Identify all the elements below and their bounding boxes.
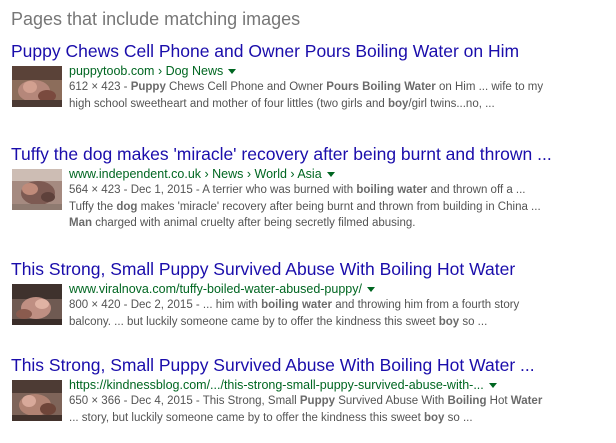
- result-url-text[interactable]: https://kindnessblog.com/.../this-strong…: [69, 378, 484, 392]
- search-result: This Strong, Small Puppy Survived Abuse …: [11, 355, 611, 435]
- snippet-text: /girl twins...no, ...: [408, 97, 495, 110]
- result-snippet: 650 × 366 - Dec 4, 2015 - This Strong, S…: [69, 393, 614, 426]
- result-snippet: 564 × 423 - Dec 1, 2015 - A terrier who …: [69, 182, 614, 232]
- snippet-text: and thrown off a ...: [427, 184, 526, 196]
- snippet-line: ... story, but luckily someone came by t…: [69, 410, 614, 427]
- result-url: https://kindnessblog.com/.../this-strong…: [69, 377, 614, 393]
- snippet-highlight: boy: [387, 97, 409, 110]
- snippet-text: and throwing him from a fourth story: [332, 299, 520, 311]
- puppy-thumbnail-image: [12, 66, 62, 107]
- snippet-line: 800 × 420 - Dec 2, 2015 - ... him with b…: [69, 297, 614, 314]
- caret-down-icon[interactable]: [366, 287, 375, 293]
- snippet-line: high school sweetheart and mother of fou…: [69, 96, 614, 113]
- caret-down-icon[interactable]: [488, 383, 497, 389]
- snippet-text: Hot: [486, 395, 511, 407]
- result-snippet: 612 × 423 - Puppy Chews Cell Phone and O…: [69, 79, 614, 112]
- snippet-line: Man charged with animal cruelty after be…: [69, 215, 614, 232]
- result-url: puppytoob.com › Dog News: [69, 63, 614, 79]
- caret-down-icon[interactable]: [326, 172, 335, 178]
- result-thumbnail[interactable]: [12, 284, 62, 325]
- snippet-highlight: boiling water: [356, 184, 428, 196]
- result-snippet: 800 × 420 - Dec 2, 2015 - ... him with b…: [69, 297, 614, 330]
- result-title-link[interactable]: This Strong, Small Puppy Survived Abuse …: [11, 259, 611, 279]
- snippet-text: 612 × 423 -: [69, 81, 131, 93]
- puppy-thumbnail-image: [12, 284, 62, 325]
- result-thumbnail[interactable]: [12, 380, 62, 421]
- snippet-text: so ...: [459, 315, 488, 328]
- snippet-text: 800 × 420 - Dec 2, 2015 - ... him with: [69, 299, 262, 311]
- snippet-highlight: Boiling: [447, 395, 487, 407]
- snippet-text: makes 'miracle' recovery after being bur…: [137, 200, 541, 213]
- snippet-text: 650 × 366 - Dec 4, 2015 - This Strong, S…: [69, 395, 300, 407]
- snippet-line: 650 × 366 - Dec 4, 2015 - This Strong, S…: [69, 393, 614, 410]
- result-url: www.independent.co.uk › News › World › A…: [69, 166, 614, 182]
- result-url-text[interactable]: www.viralnova.com/tuffy-boiled-water-abu…: [69, 282, 362, 296]
- snippet-text: balcony. ... but luckily someone came by…: [69, 315, 439, 328]
- snippet-highlight: Pours Boiling Water: [326, 81, 436, 93]
- snippet-text: on Him ... wife to my: [435, 81, 544, 93]
- result-thumbnail[interactable]: [12, 66, 62, 107]
- search-result: Puppy Chews Cell Phone and Owner Pours B…: [11, 41, 611, 121]
- snippet-text: 564 × 423 - Dec 1, 2015 - A terrier who …: [69, 184, 357, 196]
- snippet-highlight: Puppy: [299, 395, 336, 407]
- snippet-line: 612 × 423 - Puppy Chews Cell Phone and O…: [69, 79, 614, 96]
- image-search-pages-section: Pages that include matching images Puppy…: [0, 0, 616, 443]
- result-title-link[interactable]: Tuffy the dog makes 'miracle' recovery a…: [11, 144, 611, 164]
- result-url: www.viralnova.com/tuffy-boiled-water-abu…: [69, 281, 614, 297]
- snippet-highlight: boiling water: [261, 299, 333, 311]
- snippet-line: 564 × 423 - Dec 1, 2015 - A terrier who …: [69, 182, 614, 199]
- result-thumbnail[interactable]: [12, 169, 62, 210]
- snippet-text: Survived Abuse With: [335, 395, 448, 407]
- result-url-text[interactable]: www.independent.co.uk › News › World › A…: [69, 167, 322, 181]
- snippet-highlight: Water: [510, 395, 543, 407]
- snippet-text: charged with animal cruelty after being …: [92, 217, 416, 229]
- snippet-highlight: boy: [423, 411, 445, 424]
- search-result: Tuffy the dog makes 'miracle' recovery a…: [11, 144, 614, 229]
- snippet-line: Tuffy the dog makes 'miracle' recovery a…: [69, 199, 614, 216]
- snippet-highlight: dog: [116, 200, 138, 213]
- puppy-thumbnail-image: [12, 380, 62, 421]
- result-title-link[interactable]: Puppy Chews Cell Phone and Owner Pours B…: [11, 41, 611, 61]
- snippet-text: Tuffy the: [69, 200, 117, 213]
- section-title: Pages that include matching images: [11, 9, 301, 29]
- snippet-line: balcony. ... but luckily someone came by…: [69, 314, 614, 331]
- snippet-text: Chews Cell Phone and Owner: [165, 81, 327, 93]
- puppy-thumbnail-image: [12, 169, 62, 210]
- result-title-link[interactable]: This Strong, Small Puppy Survived Abuse …: [11, 355, 611, 375]
- snippet-highlight: boy: [438, 315, 460, 328]
- caret-down-icon[interactable]: [228, 69, 237, 75]
- search-result: This Strong, Small Puppy Survived Abuse …: [11, 259, 611, 339]
- snippet-text: high school sweetheart and mother of fou…: [69, 97, 388, 110]
- snippet-highlight: Man: [69, 217, 92, 229]
- result-url-text[interactable]: puppytoob.com › Dog News: [69, 64, 223, 78]
- snippet-text: ... story, but luckily someone came by t…: [69, 411, 424, 424]
- snippet-highlight: Puppy: [130, 81, 166, 93]
- snippet-text: so ...: [444, 411, 473, 424]
